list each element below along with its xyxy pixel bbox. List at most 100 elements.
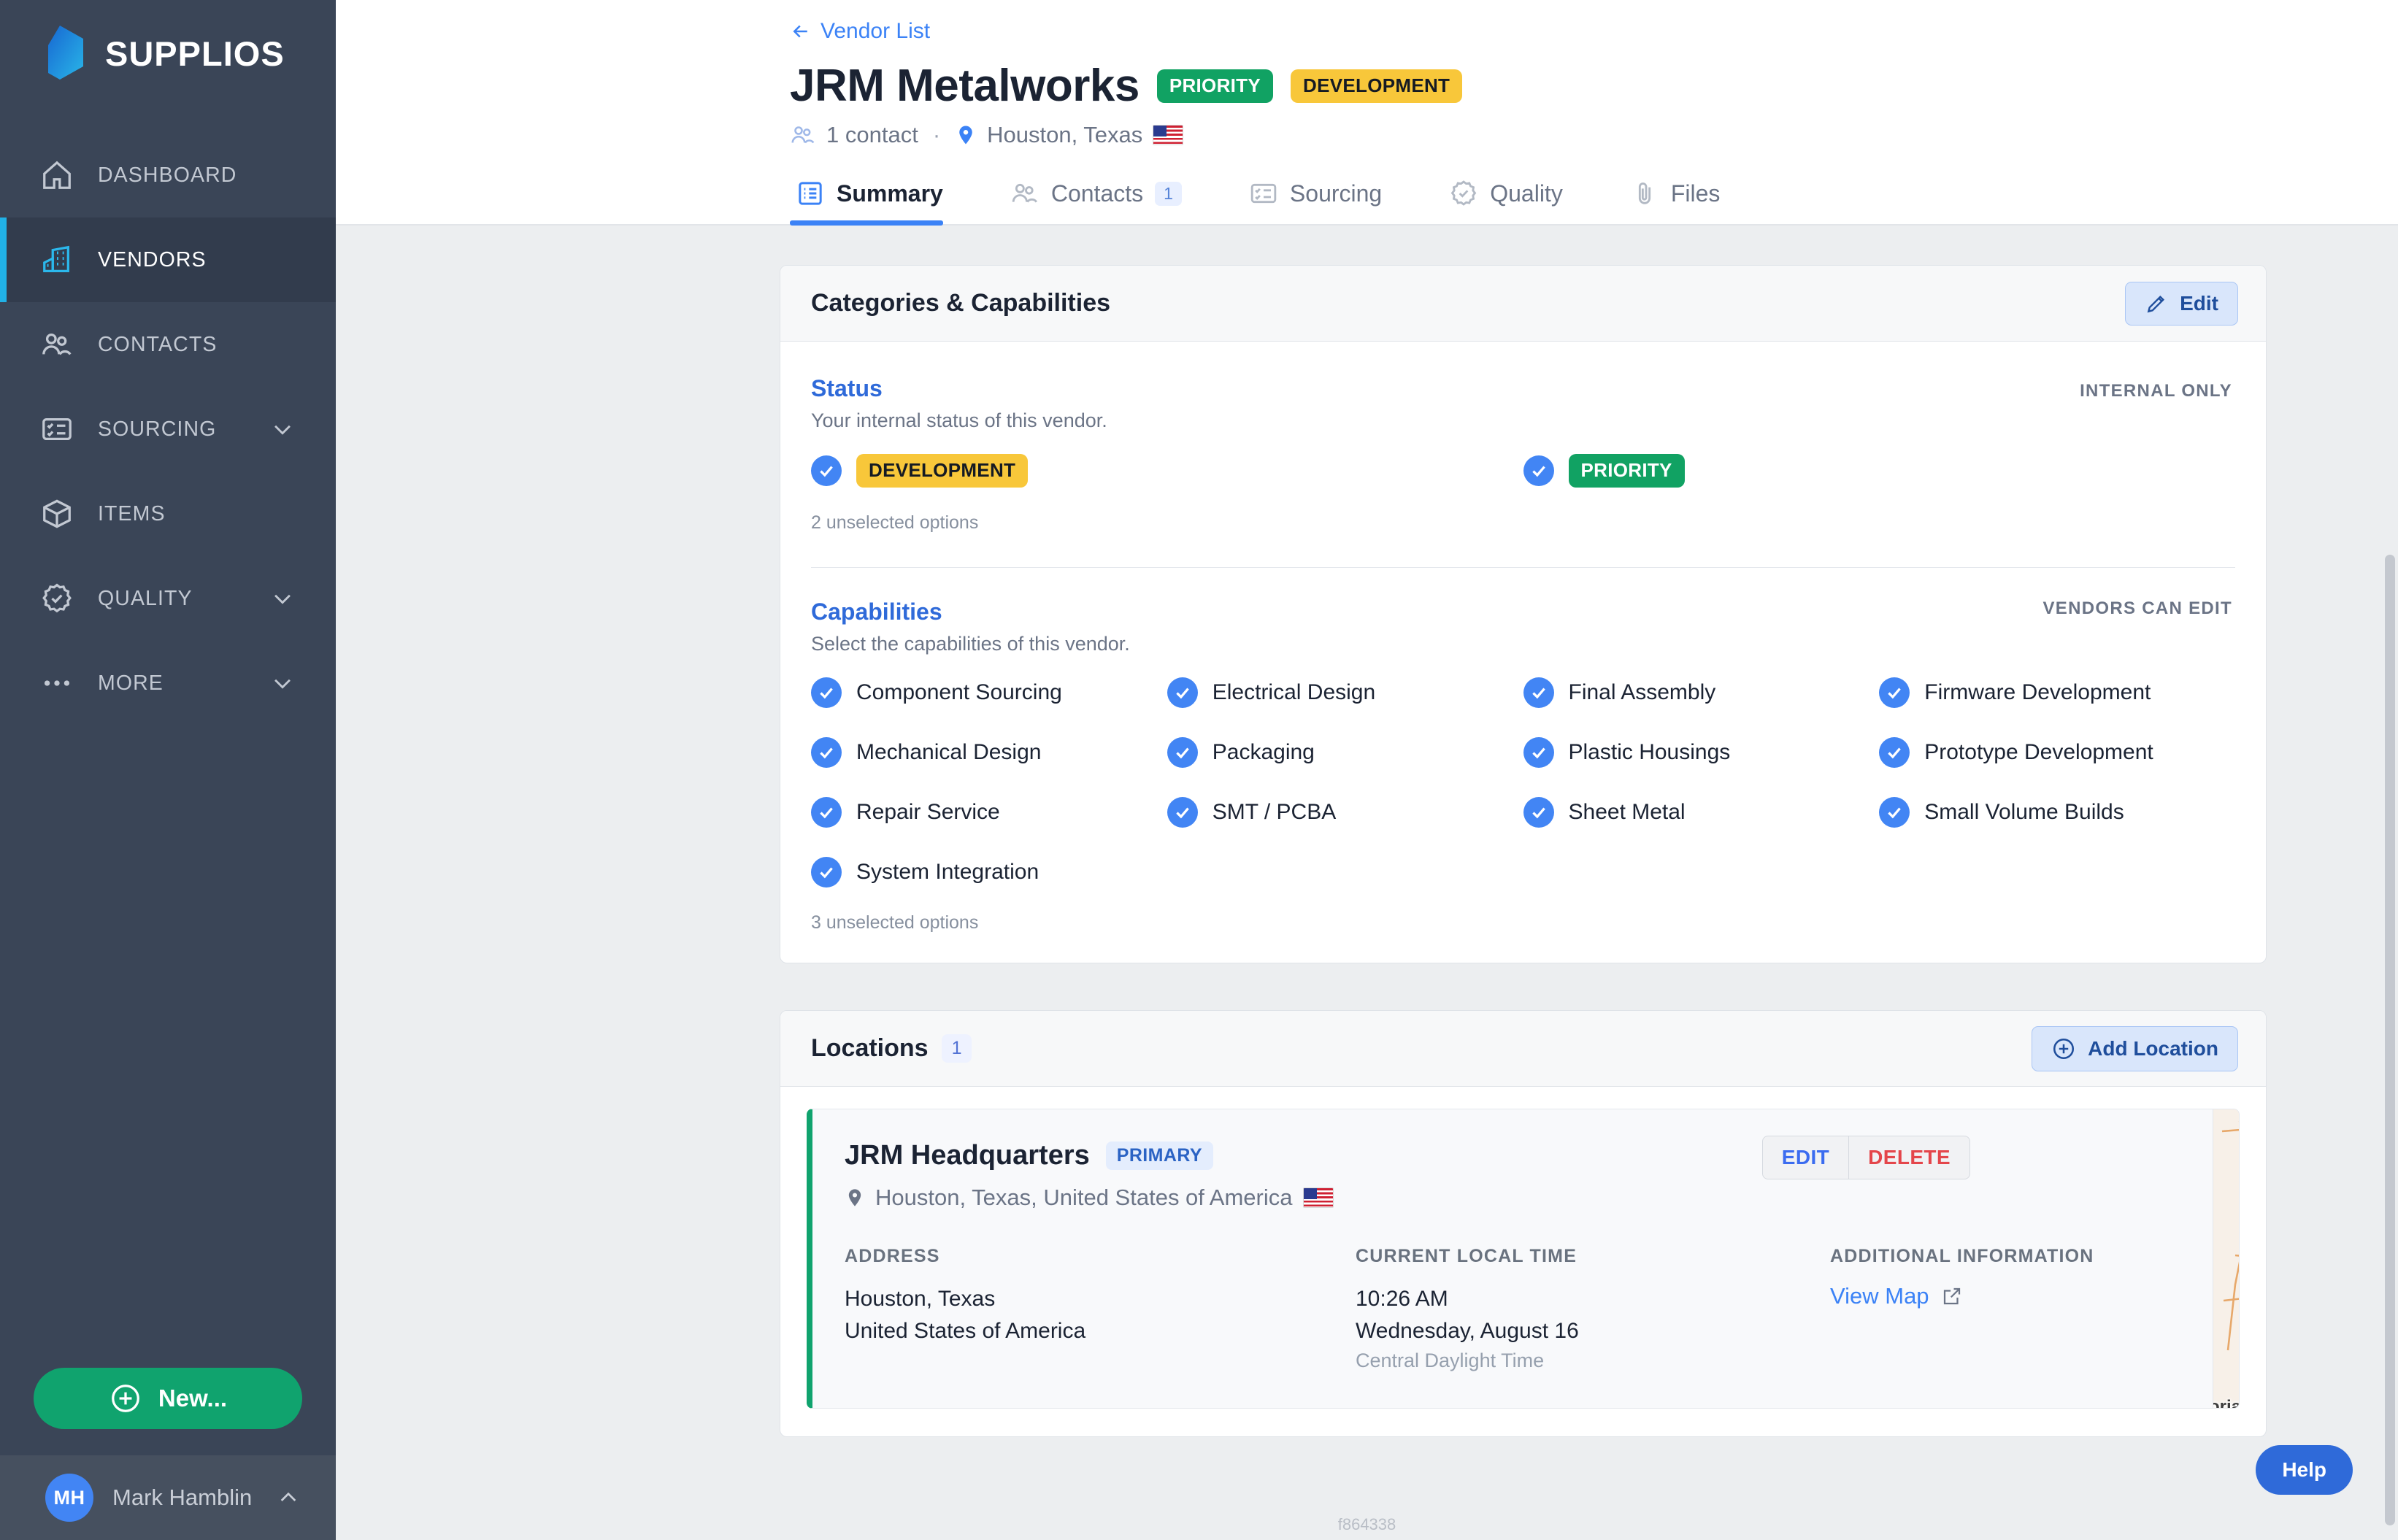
tab-badge: 1: [1155, 181, 1182, 206]
check-icon: [1167, 677, 1198, 708]
vendors-can-edit-note: VENDORS CAN EDIT: [2042, 598, 2232, 618]
vertical-scrollbar-thumb[interactable]: [2385, 555, 2395, 1525]
tab-bar: Summary Contacts 1 Sourcing Quality File…: [336, 169, 2398, 226]
map-graphic: [2213, 1109, 2239, 1404]
address-city: Houston, Texas: [845, 1287, 996, 1311]
local-time-label: CURRENT LOCAL TIME: [1356, 1246, 1577, 1266]
map-attribution: © Stadia Maps, © OpenMapTiles, © OpenStr…: [2213, 1390, 2239, 1405]
check-icon: [811, 737, 842, 768]
capability-label: Small Volume Builds: [1924, 800, 2124, 824]
capability-option[interactable]: Electrical Design: [1167, 677, 1523, 708]
paperclip-icon: [1638, 182, 1650, 204]
new-button[interactable]: New...: [34, 1368, 302, 1429]
card-title: Categories & Capabilities: [811, 289, 1111, 317]
new-button-label: New...: [158, 1385, 228, 1412]
check-icon: [1167, 797, 1198, 828]
capability-label: Repair Service: [856, 800, 1000, 824]
capability-option[interactable]: Final Assembly: [1523, 677, 1880, 708]
chevron-down-icon[interactable]: [270, 417, 295, 442]
sidebar-item-quality[interactable]: QUALITY: [0, 556, 336, 641]
capability-label: Component Sourcing: [856, 680, 1062, 704]
locations-title: Locations: [811, 1034, 929, 1062]
local-time-column: CURRENT LOCAL TIME 10:26 AM Wednesday, A…: [1356, 1246, 1830, 1375]
tab-sourcing[interactable]: Sourcing: [1243, 169, 1407, 224]
tab-label: Summary: [837, 180, 943, 207]
location-row: JRM Headquarters PRIMARY Houston, Texas,…: [807, 1109, 2240, 1409]
capability-option[interactable]: Packaging: [1167, 737, 1523, 768]
address-country: United States of America: [845, 1318, 1086, 1343]
location-delete-button[interactable]: DELETE: [1849, 1136, 1969, 1179]
chevron-up-icon[interactable]: [277, 1486, 300, 1509]
status-unselected-note: 2 unselected options: [811, 512, 979, 533]
additional-info-label: ADDITIONAL INFORMATION: [1830, 1246, 2094, 1266]
capability-option[interactable]: Component Sourcing: [811, 677, 1167, 708]
card-header: Locations 1 Add Location: [780, 1011, 2266, 1087]
sidebar-item-dashboard[interactable]: DASHBOARD: [0, 133, 336, 217]
capability-label: Sheet Metal: [1568, 800, 1686, 824]
capability-option[interactable]: Plastic Housings: [1523, 737, 1880, 768]
status-option-development[interactable]: DEVELOPMENT: [811, 454, 1167, 488]
check-icon: [811, 797, 842, 828]
tab-quality[interactable]: Quality: [1443, 169, 1588, 224]
tab-summary[interactable]: Summary: [790, 169, 968, 226]
check-icon: [1523, 797, 1554, 828]
capabilities-options-grid: Component Sourcing Electrical Design Fin…: [811, 677, 2235, 888]
location-map-thumbnail[interactable]: Huntsville Conroe Beaumont Houston Galve…: [2213, 1109, 2239, 1408]
capability-option[interactable]: Firmware Development: [1879, 677, 2235, 708]
capabilities-unselected-note: 3 unselected options: [811, 912, 979, 933]
edit-button[interactable]: Edit: [2125, 281, 2238, 326]
us-flag-icon: [1302, 1187, 1334, 1208]
capability-option[interactable]: System Integration: [811, 857, 1167, 888]
user-menu[interactable]: MH Mark Hamblin: [0, 1455, 336, 1540]
back-to-vendor-list-link[interactable]: Vendor List: [790, 19, 930, 44]
sidebar-item-more[interactable]: MORE: [0, 641, 336, 725]
chevron-down-icon[interactable]: [270, 586, 295, 611]
add-location-button[interactable]: Add Location: [2032, 1025, 2238, 1071]
capability-label: SMT / PCBA: [1212, 800, 1337, 824]
capability-option[interactable]: Small Volume Builds: [1879, 797, 2235, 828]
capability-option[interactable]: Repair Service: [811, 797, 1167, 828]
avatar: MH: [45, 1474, 93, 1522]
help-button[interactable]: Help: [2256, 1445, 2353, 1495]
sidebar-nav: DASHBOARD VENDORS CONTACTS SOURCING ITEM…: [0, 133, 336, 725]
status-badge-development: DEVELOPMENT: [1291, 69, 1463, 103]
tab-files[interactable]: Files: [1624, 169, 1745, 224]
capability-option[interactable]: Mechanical Design: [811, 737, 1167, 768]
brand-name: SUPPLIOS: [105, 34, 285, 73]
sidebar-item-items[interactable]: ITEMS: [0, 471, 336, 556]
capabilities-section-title: Capabilities: [811, 598, 942, 625]
main-area: Vendor List JRM Metalworks PRIORITY DEVE…: [336, 0, 2398, 1540]
status-option-priority[interactable]: PRIORITY: [1523, 454, 1880, 488]
capability-label: Packaging: [1212, 740, 1315, 764]
page-content: Categories & Capabilities Edit INTERNAL …: [336, 226, 2398, 1437]
sidebar-item-label: MORE: [98, 671, 164, 695]
address-column: ADDRESS Houston, Texas United States of …: [845, 1246, 1356, 1375]
sidebar-item-sourcing[interactable]: SOURCING: [0, 387, 336, 471]
cube-icon: [38, 495, 76, 533]
local-time-zone: Central Daylight Time: [1356, 1350, 1545, 1371]
chevron-down-icon[interactable]: [270, 671, 295, 696]
location-actions: EDIT DELETE: [1761, 1136, 1970, 1179]
capability-label: Firmware Development: [1924, 680, 2151, 704]
location-meta: Houston, Texas: [987, 122, 1143, 147]
check-icon: [1523, 737, 1554, 768]
sidebar-item-vendors[interactable]: VENDORS: [0, 217, 336, 302]
locations-card: Locations 1 Add Location JRM Headquarter…: [780, 1010, 2267, 1437]
location-columns: ADDRESS Houston, Texas United States of …: [845, 1246, 2180, 1375]
status-badge-priority: PRIORITY: [1156, 69, 1274, 103]
check-icon: [811, 677, 842, 708]
locations-count-badge: 1: [941, 1034, 972, 1063]
location-details: JRM Headquarters PRIMARY Houston, Texas,…: [812, 1109, 2213, 1408]
tab-contacts[interactable]: Contacts 1: [1004, 169, 1207, 224]
arrow-left-icon: [793, 25, 807, 38]
pencil-icon: [2147, 295, 2165, 312]
capability-option[interactable]: Sheet Metal: [1523, 797, 1880, 828]
sidebar-item-contacts[interactable]: CONTACTS: [0, 302, 336, 387]
view-map-link[interactable]: View Map: [1830, 1283, 1963, 1309]
capability-option[interactable]: SMT / PCBA: [1167, 797, 1523, 828]
brand-logo[interactable]: SUPPLIOS: [0, 0, 336, 107]
capability-option[interactable]: Prototype Development: [1879, 737, 2235, 768]
sidebar-item-label: SOURCING: [98, 417, 217, 441]
location-edit-button[interactable]: EDIT: [1763, 1136, 1850, 1179]
